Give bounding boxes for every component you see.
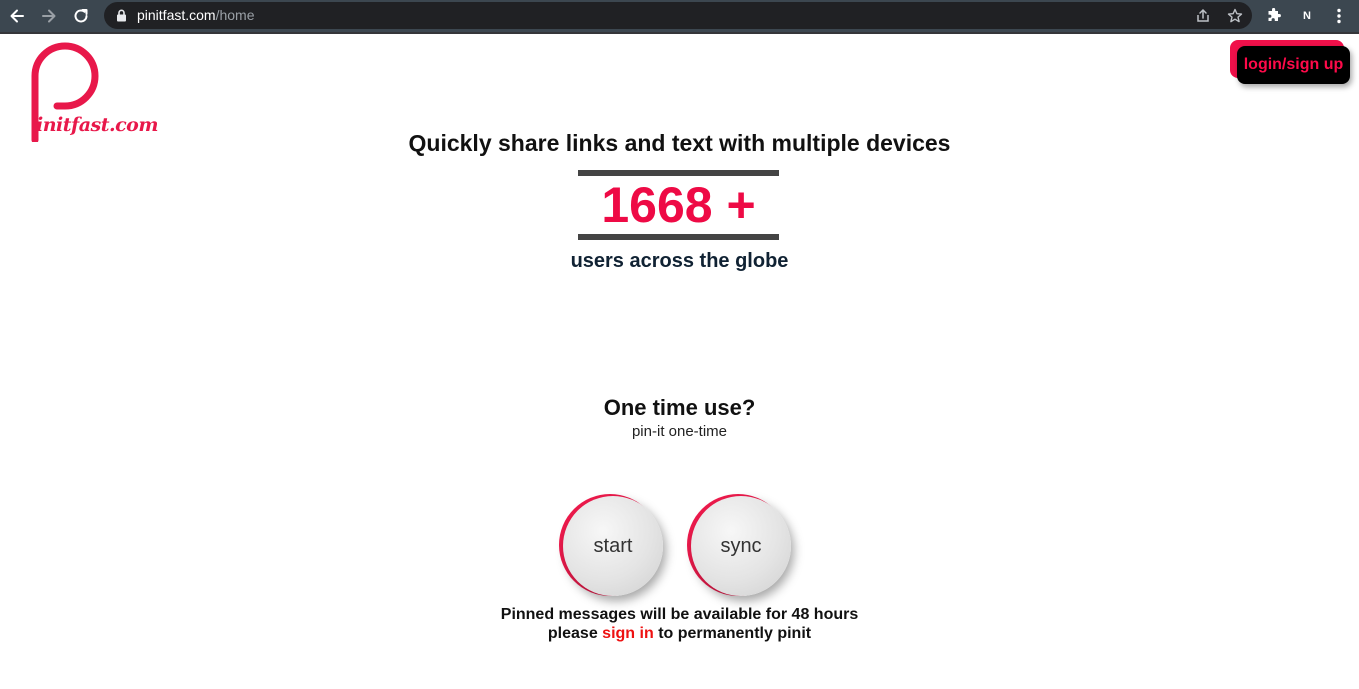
reload-icon[interactable] xyxy=(69,4,93,28)
note-suffix: to permanently pinit xyxy=(658,625,812,642)
one-time-title: One time use? xyxy=(603,395,756,420)
sign-in-link[interactable]: sign in xyxy=(602,625,654,642)
url-host: pinitfast.com xyxy=(137,7,216,23)
note-prefix: please xyxy=(547,625,598,642)
start-control: start xyxy=(559,494,665,600)
sync-button[interactable]: sync xyxy=(691,496,791,596)
star-icon[interactable] xyxy=(1226,7,1244,25)
back-arrow-icon[interactable] xyxy=(5,4,29,28)
site-logo[interactable]: initfast.com xyxy=(26,42,171,144)
share-icon[interactable] xyxy=(1194,7,1212,25)
address-bar[interactable]: pinitfast.com/home xyxy=(104,2,1252,29)
login-container: login/sign up xyxy=(1230,40,1352,86)
counter-bottom-rule xyxy=(578,234,779,240)
login-signup-button[interactable]: login/sign up xyxy=(1237,46,1350,84)
extensions-icon[interactable] xyxy=(1263,5,1285,27)
browser-toolbar: pinitfast.com/home N xyxy=(0,0,1359,32)
page-headline: Quickly share links and text with multip… xyxy=(408,130,951,156)
kebab-menu-icon[interactable] xyxy=(1328,5,1350,27)
url-path: /home xyxy=(215,7,255,23)
retention-note: Pinned messages will be available for 48… xyxy=(0,605,1359,643)
lock-icon[interactable] xyxy=(116,9,127,27)
sync-control: sync xyxy=(687,494,793,600)
one-time-subtitle: pin-it one-time xyxy=(631,423,728,440)
profile-avatar[interactable]: N xyxy=(1297,5,1317,27)
retention-note-line1: Pinned messages will be available for 48… xyxy=(500,606,859,623)
start-button[interactable]: start xyxy=(563,496,663,596)
url-text: pinitfast.com/home xyxy=(137,7,255,23)
user-count: 1668 + xyxy=(601,177,756,233)
toolbar-divider xyxy=(0,32,1359,34)
retention-note-line2: please sign in to permanently pinit xyxy=(0,624,1359,643)
forward-arrow-icon[interactable] xyxy=(37,4,61,28)
user-count-caption: users across the globe xyxy=(570,250,789,272)
